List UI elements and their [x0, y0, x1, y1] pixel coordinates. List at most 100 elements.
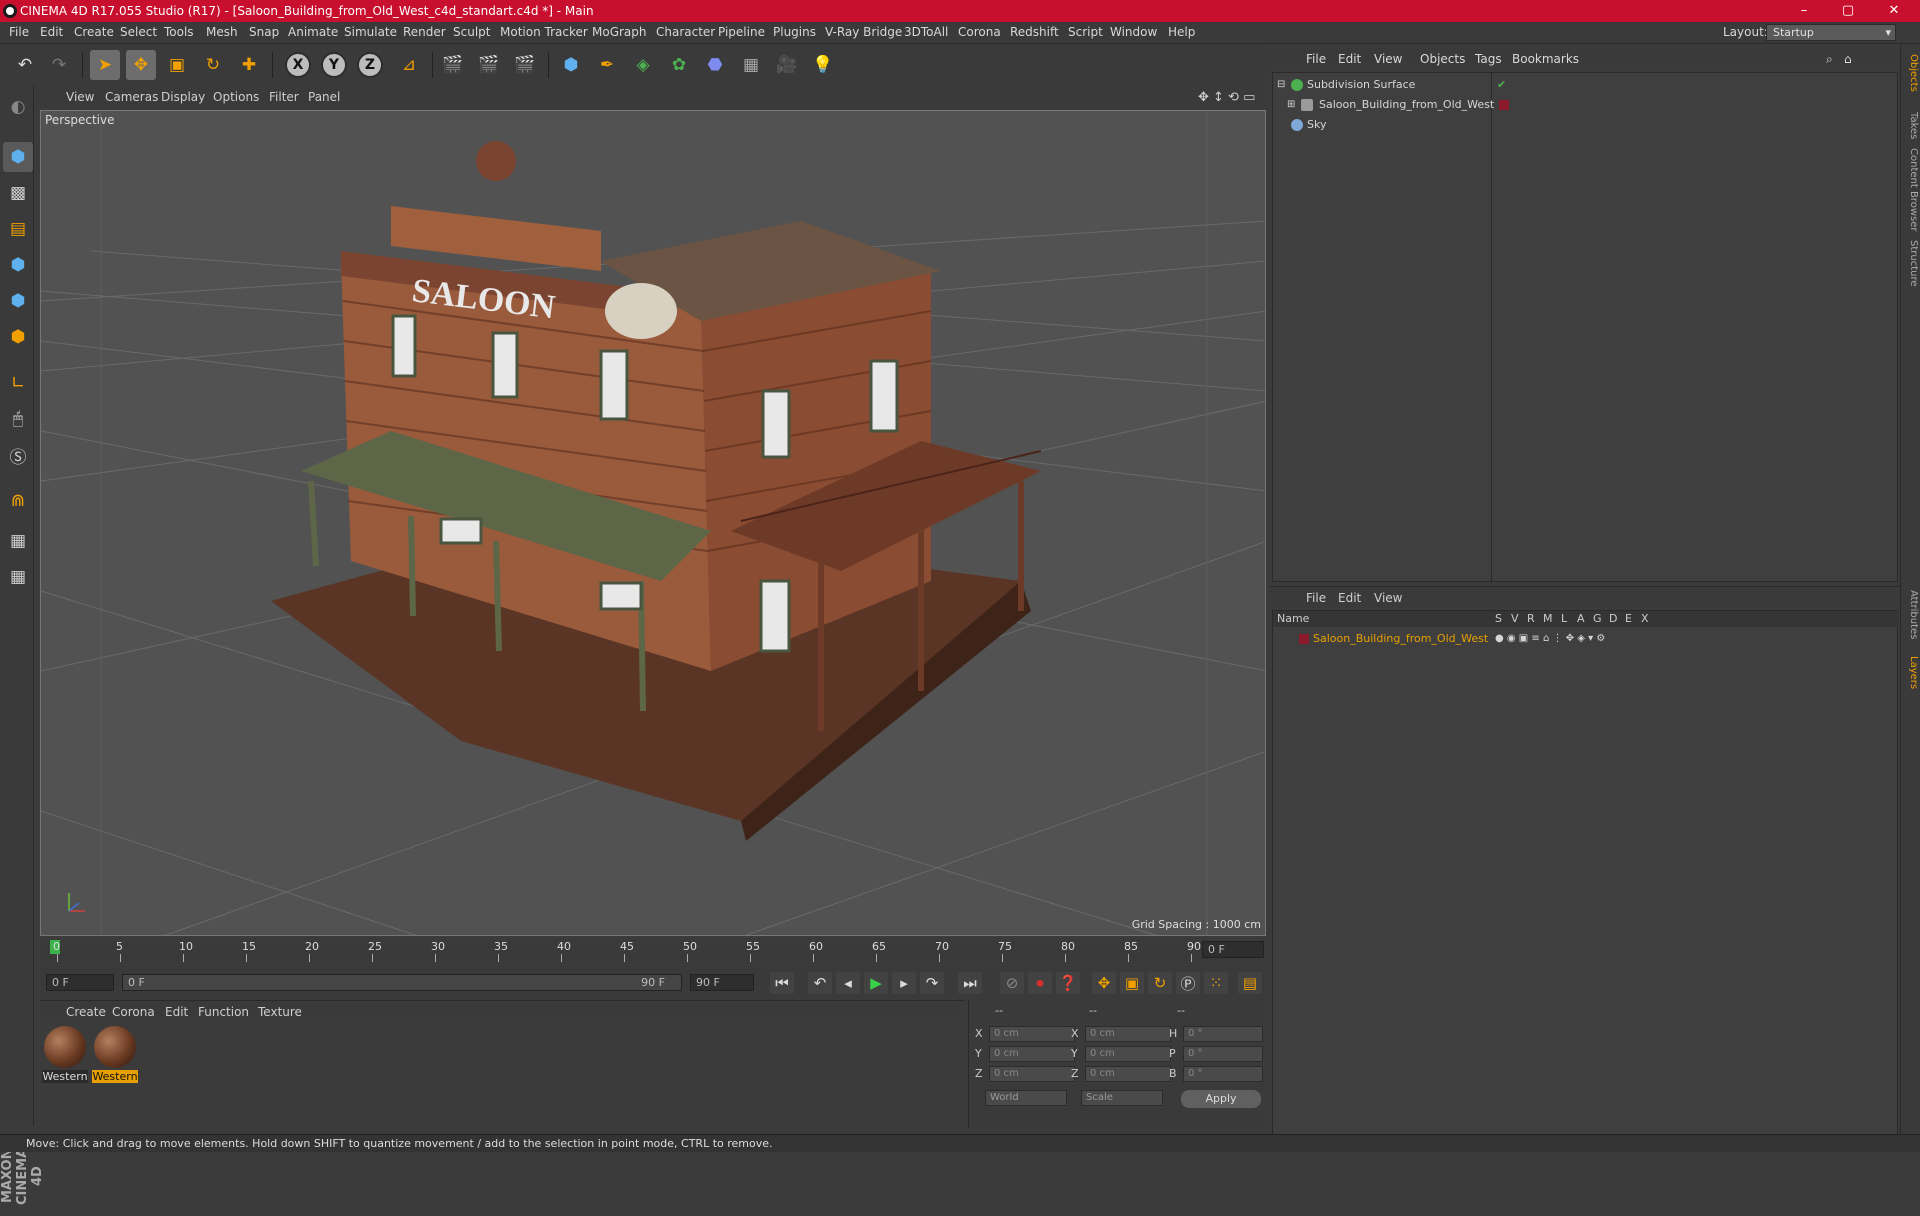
- model-mode-button[interactable]: ⬢: [3, 142, 33, 172]
- object-row[interactable]: ⊟ Subdivision Surface ✔: [1273, 75, 1899, 95]
- render-picture-viewer-button[interactable]: 🎬: [474, 50, 504, 80]
- layer-color-swatch[interactable]: [1499, 100, 1509, 110]
- start-frame-field[interactable]: 0 F: [46, 974, 114, 991]
- tweak-mode-button[interactable]: 🖱: [3, 404, 33, 434]
- viewport[interactable]: SALOON Perspective Grid Spacing: 1000 c…: [40, 110, 1266, 936]
- material-swatch[interactable]: Western: [92, 1026, 138, 1083]
- menu-snap[interactable]: Snap: [249, 25, 279, 39]
- key-pla-button[interactable]: ⁙: [1204, 972, 1228, 994]
- material-menu-corona[interactable]: Corona: [112, 1005, 155, 1019]
- object-row[interactable]: Sky: [1273, 115, 1899, 135]
- menu-pipeline[interactable]: Pipeline: [718, 25, 765, 39]
- apply-button[interactable]: Apply: [1181, 1090, 1261, 1108]
- close-button[interactable]: ✕: [1872, 0, 1916, 22]
- solo-mode-button[interactable]: Ⓢ: [3, 440, 33, 470]
- next-frame-button[interactable]: ▸: [892, 972, 916, 994]
- size-z-field[interactable]: 0 cm: [1085, 1066, 1171, 1082]
- axis-mode-button[interactable]: ∟: [3, 368, 33, 398]
- menu-3dtoall[interactable]: 3DToAll: [904, 25, 948, 39]
- material-menu-texture[interactable]: Texture: [258, 1005, 302, 1019]
- material-menu-edit[interactable]: Edit: [165, 1005, 188, 1019]
- maximize-button[interactable]: ▢: [1826, 0, 1870, 22]
- layers-menu-view[interactable]: View: [1374, 591, 1402, 605]
- viewport-camera-label[interactable]: Perspective: [45, 113, 115, 127]
- end-frame-field[interactable]: 90 F: [690, 974, 754, 991]
- render-settings-button[interactable]: 🎬: [510, 50, 540, 80]
- add-mograph-button[interactable]: ✿: [664, 50, 694, 80]
- key-position-button[interactable]: ✥: [1092, 972, 1116, 994]
- size-mode-select[interactable]: Scale: [1081, 1090, 1163, 1106]
- menu-help[interactable]: Help: [1168, 25, 1195, 39]
- prev-frame-button[interactable]: ◂: [836, 972, 860, 994]
- key-parameter-button[interactable]: Ⓟ: [1176, 972, 1200, 994]
- viewport-menu-cameras[interactable]: Cameras: [105, 90, 158, 104]
- viewport-menu-view[interactable]: View: [66, 90, 94, 104]
- render-view-button[interactable]: 🎬: [438, 50, 468, 80]
- layers-menu-edit[interactable]: Edit: [1338, 591, 1361, 605]
- record-keys-button[interactable]: ⊘: [1000, 972, 1024, 994]
- y-axis-lock-button[interactable]: Y: [321, 52, 347, 78]
- collapse-icon[interactable]: ⊟: [1277, 75, 1285, 95]
- points-mode-button[interactable]: ⬢: [3, 250, 33, 280]
- menu-file[interactable]: File: [9, 25, 29, 39]
- size-y-field[interactable]: 0 cm: [1085, 1046, 1171, 1062]
- tab-layers[interactable]: Layers: [1903, 656, 1919, 689]
- objects-menu-objects[interactable]: Objects: [1420, 52, 1465, 66]
- material-menu-function[interactable]: Function: [198, 1005, 249, 1019]
- coordinate-space-select[interactable]: World: [985, 1090, 1067, 1106]
- z-axis-lock-button[interactable]: Z: [357, 52, 383, 78]
- prev-key-button[interactable]: ↶: [808, 972, 832, 994]
- menu-redshift[interactable]: Redshift: [1010, 25, 1059, 39]
- viewport-menu-filter[interactable]: Filter: [269, 90, 299, 104]
- lock-workplane-button[interactable]: ▦: [3, 526, 33, 556]
- make-editable-button[interactable]: ◐: [3, 92, 33, 122]
- tab-content-browser[interactable]: Content Browser: [1903, 148, 1919, 231]
- polygons-mode-button[interactable]: ⬢: [3, 322, 33, 352]
- menu-vray-bridge[interactable]: V-Ray Bridge: [825, 25, 902, 39]
- live-selection-button[interactable]: ➤: [90, 50, 120, 80]
- position-x-field[interactable]: 0 cm: [989, 1026, 1075, 1042]
- tab-structure[interactable]: Structure: [1903, 240, 1919, 287]
- menu-sculpt[interactable]: Sculpt: [453, 25, 490, 39]
- edges-mode-button[interactable]: ⬢: [3, 286, 33, 316]
- rotation-h-field[interactable]: 0 °: [1183, 1026, 1263, 1042]
- snap-button[interactable]: ⋒: [3, 486, 33, 516]
- menu-simulate[interactable]: Simulate: [344, 25, 397, 39]
- menu-select[interactable]: Select: [120, 25, 157, 39]
- layout-select[interactable]: Startup ▾: [1766, 24, 1896, 41]
- menu-mesh[interactable]: Mesh: [206, 25, 238, 39]
- enabled-check-icon[interactable]: ✔: [1497, 75, 1506, 95]
- viewport-menu-options[interactable]: Options: [213, 90, 259, 104]
- menu-plugins[interactable]: Plugins: [773, 25, 816, 39]
- goto-end-button[interactable]: ⏭: [958, 972, 982, 994]
- key-scale-button[interactable]: ▣: [1120, 972, 1144, 994]
- viewport-menu-display[interactable]: Display: [161, 90, 205, 104]
- menu-tools[interactable]: Tools: [164, 25, 194, 39]
- objects-menu-edit[interactable]: Edit: [1338, 52, 1361, 66]
- auto-key-button[interactable]: ⏺: [1028, 972, 1052, 994]
- next-key-button[interactable]: ↷: [920, 972, 944, 994]
- rotate-tool-button[interactable]: ↻: [198, 50, 228, 80]
- play-button[interactable]: ▶: [864, 972, 888, 994]
- add-subdivision-button[interactable]: ◈: [628, 50, 658, 80]
- menu-window[interactable]: Window: [1110, 25, 1157, 39]
- layers-menu-file[interactable]: File: [1306, 591, 1326, 605]
- add-spline-button[interactable]: ✒: [592, 50, 622, 80]
- planar-workplane-button[interactable]: ▦: [3, 562, 33, 592]
- key-rotation-button[interactable]: ↻: [1148, 972, 1172, 994]
- search-icon[interactable]: ⌕: [1826, 52, 1833, 67]
- menu-script[interactable]: Script: [1068, 25, 1103, 39]
- add-deformer-button[interactable]: ⬣: [700, 50, 730, 80]
- tab-takes[interactable]: Takes: [1903, 112, 1919, 139]
- viewport-menu-panel[interactable]: Panel: [308, 90, 340, 104]
- goto-start-button[interactable]: ⏮: [770, 972, 794, 994]
- layer-row[interactable]: Saloon_Building_from_Old_West ● ◉ ▣ ≡ ⌂ …: [1273, 629, 1899, 649]
- menu-mograph[interactable]: MoGraph: [592, 25, 647, 39]
- workplane-mode-button[interactable]: ▤: [3, 214, 33, 244]
- menu-corona[interactable]: Corona: [958, 25, 1001, 39]
- add-camera-button[interactable]: 🎥: [772, 50, 802, 80]
- object-row[interactable]: ⊞ Saloon_Building_from_Old_West: [1273, 95, 1899, 115]
- redo-button[interactable]: ↷: [44, 50, 74, 80]
- menu-render[interactable]: Render: [403, 25, 446, 39]
- keyframe-selection-button[interactable]: ❓: [1056, 972, 1080, 994]
